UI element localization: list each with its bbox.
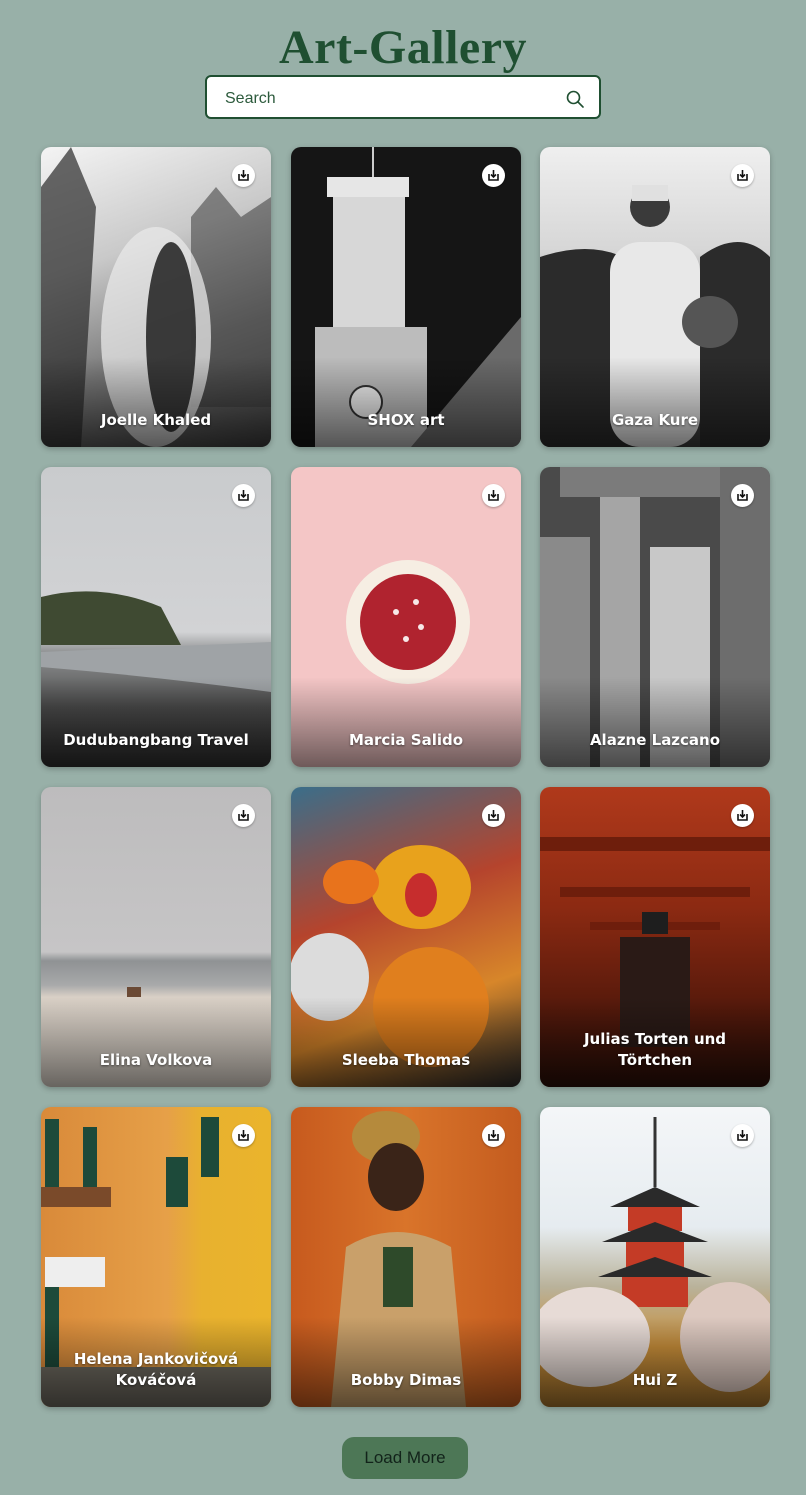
download-icon	[488, 810, 499, 821]
gallery-card[interactable]: Gaza Kure	[540, 147, 770, 447]
photographer-name: Dudubangbang Travel	[63, 731, 249, 749]
gallery-card[interactable]: SHOX art	[291, 147, 521, 447]
download-icon	[488, 1130, 499, 1141]
photographer-name: Elina Volkova	[99, 1051, 213, 1069]
download-icon	[238, 810, 249, 821]
gallery-card[interactable]: Marcia Salido	[291, 467, 521, 767]
photographer-name: Bobby Dimas	[350, 1371, 462, 1389]
download-button[interactable]	[482, 164, 505, 187]
photographer-name: Joelle Khaled	[100, 411, 212, 429]
download-button[interactable]	[731, 484, 754, 507]
photographer-name: Helena Jankovičová Kováčová	[73, 1350, 239, 1389]
download-button[interactable]	[731, 804, 754, 827]
download-icon	[737, 170, 748, 181]
gallery-card[interactable]: Helena Jankovičová Kováčová	[41, 1107, 271, 1407]
gallery-card[interactable]: Julias Torten und Törtchen	[540, 787, 770, 1087]
photographer-name: Alazne Lazcano	[589, 731, 721, 749]
gallery-card[interactable]: Bobby Dimas	[291, 1107, 521, 1407]
photographer-name: SHOX art	[367, 411, 445, 429]
download-button[interactable]	[232, 804, 255, 827]
search-bar[interactable]	[205, 75, 601, 119]
download-button[interactable]	[482, 804, 505, 827]
download-button[interactable]	[232, 164, 255, 187]
search-icon[interactable]	[565, 89, 585, 109]
page-title: Art-Gallery	[278, 21, 528, 74]
photographer-name: Hui Z	[632, 1371, 678, 1389]
download-button[interactable]	[232, 484, 255, 507]
photographer-name: Marcia Salido	[348, 731, 464, 749]
download-icon	[238, 170, 249, 181]
gallery-card[interactable]: Joelle Khaled	[41, 147, 271, 447]
download-button[interactable]	[482, 484, 505, 507]
download-button[interactable]	[232, 1124, 255, 1147]
gallery-card[interactable]: Alazne Lazcano	[540, 467, 770, 767]
download-icon	[238, 490, 249, 501]
download-icon	[488, 170, 499, 181]
photographer-name: Gaza Kure	[611, 411, 699, 429]
load-more-button[interactable]: Load More	[342, 1437, 468, 1479]
download-icon	[488, 490, 499, 501]
download-button[interactable]	[731, 164, 754, 187]
download-icon	[737, 810, 748, 821]
gallery-card[interactable]: Hui Z	[540, 1107, 770, 1407]
photographer-name: Julias Torten und Törtchen	[583, 1030, 727, 1069]
download-icon	[737, 1130, 748, 1141]
download-button[interactable]	[482, 1124, 505, 1147]
download-icon	[238, 1130, 249, 1141]
download-icon	[737, 490, 748, 501]
gallery-card[interactable]: Elina Volkova	[41, 787, 271, 1087]
gallery-card[interactable]: Dudubangbang Travel	[41, 467, 271, 767]
gallery-card[interactable]: Sleeba Thomas	[291, 787, 521, 1087]
download-button[interactable]	[731, 1124, 754, 1147]
search-input[interactable]	[223, 87, 557, 111]
photographer-name: Sleeba Thomas	[341, 1051, 471, 1069]
